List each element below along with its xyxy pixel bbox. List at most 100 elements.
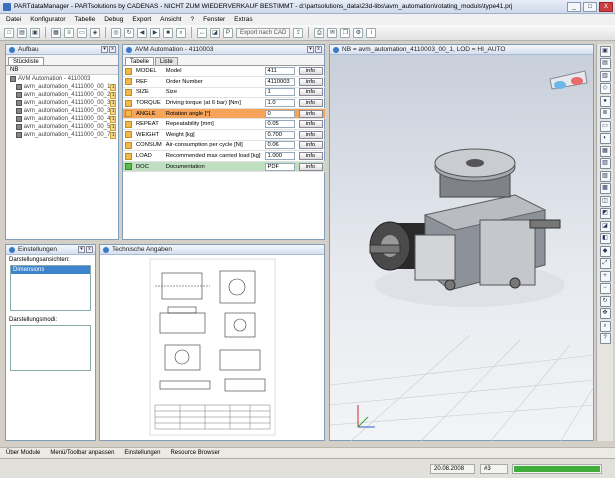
3d-view-panel[interactable]: NB = avm_automation_4110003_00_1, LOD = … (329, 44, 595, 442)
settings-icon[interactable]: ⚙ (353, 27, 364, 38)
screen-icon[interactable]: ▭ (599, 120, 611, 132)
tab-stueckliste[interactable]: Stückliste (8, 57, 44, 65)
tree-item[interactable]: avm_automation_4111000_00_5 1 (6, 123, 118, 131)
resource-browser-link[interactable]: Resource Browser (170, 450, 219, 456)
parameter-row[interactable]: REF Order Number 4110003 info (123, 76, 325, 88)
menu-debug[interactable]: Debug (104, 16, 123, 23)
parameter-value[interactable]: 1 (264, 88, 295, 97)
search-icon[interactable]: ⌕ (176, 27, 186, 38)
tree-root[interactable]: AVM Automation - 4110003 (6, 75, 118, 83)
minimize-button[interactable]: _ (567, 2, 581, 12)
view2-icon[interactable]: ▧ (599, 158, 611, 169)
parameter-row[interactable]: SIZE Size 1 info (123, 87, 325, 99)
info-button[interactable]: info (298, 88, 323, 97)
forward-icon[interactable]: ▶ (150, 27, 160, 38)
info-button[interactable]: info (298, 120, 323, 129)
panel-close-button[interactable]: x (86, 246, 93, 253)
views-listbox[interactable]: Dimensions (10, 265, 91, 311)
view4-icon[interactable]: ▩ (599, 183, 611, 194)
shade-icon[interactable]: ◆ (599, 245, 611, 257)
parameter-row[interactable]: ANGLE Rotation angle [°] 0 info (123, 108, 325, 120)
parameter-row[interactable]: MODEL Model 411 info (123, 66, 325, 78)
cube-front-icon[interactable]: ▣ (599, 45, 611, 57)
search-icon[interactable]: ⌕ (599, 320, 611, 332)
pan-icon[interactable]: ✥ (599, 308, 611, 319)
view3-icon[interactable]: ▨ (599, 170, 611, 182)
print-icon[interactable]: ⎙ (314, 27, 325, 38)
parameter-value[interactable]: 0.700 (264, 130, 295, 139)
menu-extras[interactable]: Extras (234, 16, 252, 23)
listbox-selected-item[interactable]: Dimensions (11, 266, 90, 274)
cube-iso-icon[interactable]: ◇ (599, 83, 611, 94)
view7-icon[interactable]: ◪ (599, 220, 611, 232)
cube-top-icon[interactable]: ▤ (599, 58, 611, 69)
info-button[interactable]: info (298, 77, 323, 86)
measure-icon[interactable]: ↔ (197, 27, 207, 38)
refresh-icon[interactable]: ↻ (124, 27, 134, 38)
panel-close-button[interactable]: x (109, 46, 116, 53)
palette-icon[interactable]: ◐ (599, 133, 611, 144)
view-3d-icon[interactable]: ◈ (90, 27, 100, 38)
globe-icon[interactable]: ◎ (111, 27, 121, 38)
pdf-icon[interactable]: P (223, 27, 233, 38)
parameter-row[interactable]: REPEAT Repeatability [mm] 0.05 info (123, 118, 325, 131)
cube-side-icon[interactable]: ▥ (599, 70, 611, 82)
back-icon[interactable]: ◀ (137, 27, 147, 38)
tab-liste[interactable]: Liste (155, 57, 178, 65)
panel-menu-button[interactable]: ▾ (101, 46, 108, 53)
menu-fenster[interactable]: Fenster (203, 16, 225, 23)
section-icon[interactable]: ◪ (210, 27, 220, 38)
export-cad-dropdown[interactable]: Export nach CAD (236, 27, 291, 38)
parameter-row[interactable]: LOAD Recommended max carried load [kg] 1.0… (123, 150, 325, 162)
fit-icon[interactable]: ⤢ (599, 258, 611, 269)
info-icon[interactable]: i (366, 27, 377, 38)
parameter-value[interactable]: 1.0 (264, 99, 295, 108)
maximize-button[interactable]: □ (583, 2, 597, 12)
view8-icon[interactable]: ◧ (599, 233, 611, 244)
stop-icon[interactable]: ■ (163, 27, 173, 38)
menu-ansicht[interactable]: Ansicht (160, 16, 181, 23)
parameter-value[interactable]: 4110003 (264, 77, 295, 86)
parameter-value[interactable]: PDF (264, 162, 295, 171)
tab-tabelle[interactable]: Tabelle (125, 57, 155, 65)
parameter-row[interactable]: DOC Documentation PDF info (123, 161, 325, 173)
customize-menu-link[interactable]: Menü/Toolbar anpassen (50, 450, 114, 456)
panel-menu-button[interactable]: ▾ (307, 46, 314, 53)
technical-drawing[interactable] (100, 255, 324, 440)
tree-item[interactable]: avm_automation_4111000_00_1 1 (6, 83, 118, 91)
menu-export[interactable]: Export (132, 16, 151, 23)
tree-item[interactable]: avm_automation_4111000_00_3 1 (6, 107, 118, 115)
parameter-value[interactable]: 0.05 (264, 120, 295, 129)
help-icon[interactable]: ? (599, 333, 611, 344)
info-button[interactable]: info (298, 67, 323, 76)
parameter-row[interactable]: WEIGHT Weight [kg] 0.700 info (123, 129, 325, 141)
open-icon[interactable]: ▤ (17, 27, 27, 38)
new-icon[interactable]: □ (4, 27, 14, 38)
tree-item[interactable]: avm_automation_4111000_00_2 1 (6, 91, 118, 99)
parameter-row[interactable]: CONSUM Air-consumption per cycle [Nl] 0.06… (123, 140, 325, 152)
view6-icon[interactable]: ◩ (599, 208, 611, 219)
panel-close-button[interactable]: x (315, 46, 322, 53)
menu-konfigurator[interactable]: Konfigurator (30, 16, 65, 23)
settings-link[interactable]: Einstellungen (124, 450, 160, 456)
parameter-row[interactable]: TORQUE Driving torque (at 6 bar) [Nm] 1.0 i… (123, 97, 325, 109)
parameter-value[interactable]: 1.000 (264, 152, 295, 161)
tree-item[interactable]: avm_automation_4111000_00_3 1 (6, 99, 118, 107)
view1-icon[interactable]: ▦ (599, 145, 611, 157)
about-modules-link[interactable]: Über Module (6, 450, 40, 456)
info-button[interactable]: info (298, 152, 323, 161)
menu-help[interactable]: ? (191, 16, 195, 23)
parameter-value[interactable]: 411 (264, 67, 295, 76)
info-button[interactable]: info (298, 141, 323, 150)
info-button[interactable]: info (298, 99, 323, 108)
info-button[interactable]: info (298, 109, 323, 118)
panel-menu-button[interactable]: ▾ (78, 246, 85, 253)
layers-icon[interactable]: ≣ (599, 108, 611, 119)
rotate-icon[interactable]: ↻ (599, 295, 611, 307)
export-icon[interactable]: ⇪ (293, 27, 304, 38)
color-icon[interactable]: ● (599, 95, 611, 107)
3d-model-canvas[interactable] (330, 55, 595, 442)
zoom-in-icon[interactable]: + (599, 270, 611, 282)
view5-icon[interactable]: ◫ (599, 195, 611, 207)
save-icon[interactable]: ▣ (30, 27, 40, 38)
